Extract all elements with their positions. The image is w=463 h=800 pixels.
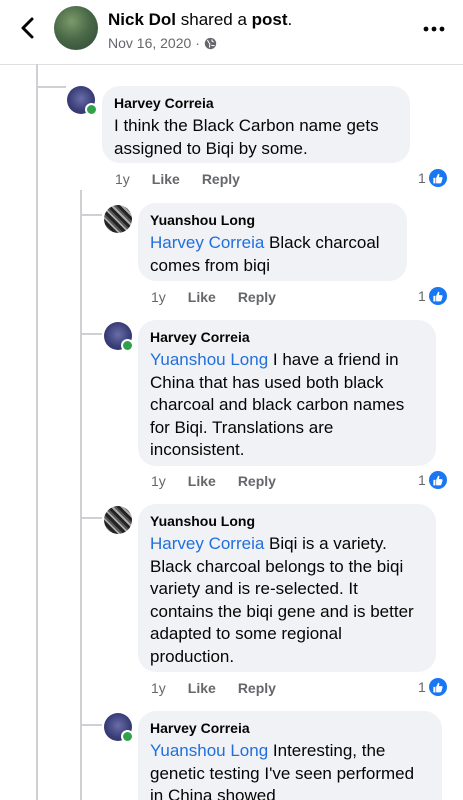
reaction-count[interactable]: 1 [418, 287, 447, 305]
comment-actions: 1y Like Reply [151, 679, 276, 697]
online-status-dot [85, 103, 98, 116]
comment-bubble: Harvey Correia Yuanshou Long Interesting… [138, 711, 442, 800]
like-button[interactable]: Like [152, 170, 180, 188]
mention-link[interactable]: Harvey Correia [150, 534, 264, 553]
author-avatar[interactable] [54, 6, 98, 50]
like-button[interactable]: Like [188, 472, 216, 490]
like-button[interactable]: Like [188, 288, 216, 306]
thread-connector [80, 214, 102, 216]
comment-body: Biqi is a variety. Black charcoal belong… [150, 534, 414, 666]
avatar[interactable] [104, 205, 132, 233]
chevron-left-icon [21, 17, 34, 39]
online-status-dot [121, 339, 134, 352]
reply-button[interactable]: Reply [238, 679, 276, 697]
comment-author[interactable]: Harvey Correia [150, 328, 424, 346]
author-name[interactable]: Nick Dol [108, 10, 176, 29]
post-title: Nick Dol shared a post. [108, 9, 292, 31]
mention-link[interactable]: Yuanshou Long [150, 350, 268, 369]
globe-icon [204, 37, 217, 49]
comment-actions: 1y Like Reply [151, 288, 276, 306]
thread-line-nested [80, 190, 82, 800]
thread-connector [80, 724, 102, 726]
more-dots-icon [423, 26, 445, 32]
mention-link[interactable]: Yuanshou Long [150, 741, 268, 760]
comment-age[interactable]: 1y [151, 679, 166, 697]
thumbs-up-icon [428, 169, 447, 187]
avatar[interactable] [104, 506, 132, 534]
reaction-count[interactable]: 1 [418, 471, 447, 489]
like-button[interactable]: Like [188, 679, 216, 697]
reply-button[interactable]: Reply [238, 288, 276, 306]
reaction-number: 1 [418, 679, 426, 695]
mention-link[interactable]: Harvey Correia [150, 233, 264, 252]
comment-text: Yuanshou Long I have a friend in China t… [150, 349, 424, 462]
meta-separator: · [195, 35, 200, 51]
comment-bubble: Harvey Correia Yuanshou Long I have a fr… [138, 320, 436, 466]
more-options-button[interactable] [419, 14, 449, 44]
reaction-count[interactable]: 1 [418, 678, 447, 696]
reply-button[interactable]: Reply [238, 472, 276, 490]
post-link[interactable]: post [252, 10, 288, 29]
comment-bubble: Harvey Correia I think the Black Carbon … [102, 86, 410, 163]
comment-text: Harvey Correia Black charcoal comes from… [150, 232, 395, 277]
comment-text: I think the Black Carbon name gets assig… [114, 116, 379, 158]
comment-age[interactable]: 1y [151, 472, 166, 490]
reply-button[interactable]: Reply [202, 170, 240, 188]
reaction-count[interactable]: 1 [418, 169, 447, 187]
back-button[interactable] [14, 14, 42, 42]
reaction-number: 1 [418, 472, 426, 488]
reaction-number: 1 [418, 170, 426, 186]
comment-age[interactable]: 1y [115, 170, 130, 188]
thumbs-up-icon [428, 678, 447, 696]
comment-text: Yuanshou Long Interesting, the genetic t… [150, 740, 430, 800]
comment-author[interactable]: Harvey Correia [114, 94, 398, 112]
post-meta: Nov 16, 2020 · [108, 35, 217, 51]
comment-actions: 1y Like Reply [151, 472, 276, 490]
comment-text: Harvey Correia Biqi is a variety. Black … [150, 533, 424, 668]
post-date[interactable]: Nov 16, 2020 [108, 35, 191, 51]
thread-connector [80, 517, 102, 519]
thumbs-up-icon [428, 471, 447, 489]
comment-author[interactable]: Harvey Correia [150, 719, 430, 737]
online-status-dot [121, 730, 134, 743]
title-suffix: . [287, 10, 293, 29]
reaction-number: 1 [418, 288, 426, 304]
thumbs-up-icon [428, 287, 447, 305]
post-thread-page: Nick Dol shared a post. Nov 16, 2020 · H… [0, 0, 463, 800]
comment-bubble: Yuanshou Long Harvey Correia Black charc… [138, 203, 407, 281]
thread-connector [36, 86, 66, 88]
comment-actions: 1y Like Reply [115, 170, 240, 188]
comment-bubble: Yuanshou Long Harvey Correia Biqi is a v… [138, 504, 436, 672]
post-header: Nick Dol shared a post. Nov 16, 2020 · [0, 0, 463, 65]
thread-line [36, 64, 38, 800]
comment-age[interactable]: 1y [151, 288, 166, 306]
shared-text: shared a [176, 10, 252, 29]
thread-connector [80, 333, 102, 335]
comment-author[interactable]: Yuanshou Long [150, 512, 424, 530]
comment-author[interactable]: Yuanshou Long [150, 211, 395, 229]
